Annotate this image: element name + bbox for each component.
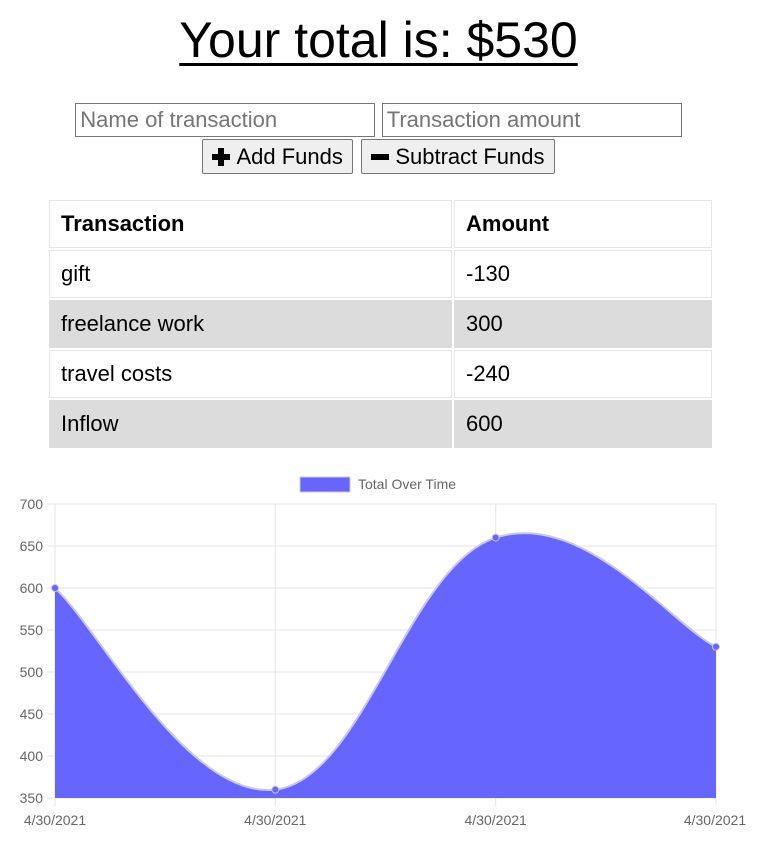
transaction-amount-cell: -130 xyxy=(454,250,712,298)
data-point xyxy=(51,584,59,592)
data-point xyxy=(271,785,280,794)
transaction-form xyxy=(0,103,757,137)
transaction-name-cell: gift xyxy=(49,250,452,298)
transaction-name-cell: Inflow xyxy=(49,400,452,448)
data-point xyxy=(491,533,500,542)
transaction-name-cell: travel costs xyxy=(49,350,452,398)
series-area xyxy=(55,533,716,798)
button-row: Add Funds Subtract Funds xyxy=(0,139,757,174)
y-tick-label: 700 xyxy=(20,496,44,512)
transaction-amount-input[interactable] xyxy=(381,103,682,137)
add-funds-label: Add Funds xyxy=(236,143,343,169)
x-tick-label: 4/30/2021 xyxy=(24,812,86,828)
transaction-amount-cell: 600 xyxy=(454,400,712,448)
y-tick-label: 600 xyxy=(20,580,44,596)
y-tick-label: 400 xyxy=(20,748,44,764)
x-tick-label: 4/30/2021 xyxy=(465,812,527,828)
y-tick-label: 550 xyxy=(20,622,44,638)
x-axis-ticks: 4/30/2021 4/30/2021 4/30/2021 4/30/2021 xyxy=(24,812,746,828)
legend-label: Total Over Time xyxy=(358,476,456,492)
table-row: gift -130 xyxy=(49,250,712,298)
legend-swatch xyxy=(299,476,351,493)
transaction-amount-cell: 300 xyxy=(454,300,712,348)
chart-legend[interactable]: Total Over Time xyxy=(299,476,456,493)
chart-series xyxy=(51,532,720,798)
transaction-name-input[interactable] xyxy=(75,103,376,137)
x-tick-label: 4/30/2021 xyxy=(684,812,746,828)
transaction-amount-cell: -240 xyxy=(454,350,712,398)
y-tick-label: 500 xyxy=(20,664,44,680)
table-row: freelance work 300 xyxy=(49,300,712,348)
subtract-funds-label: Subtract Funds xyxy=(395,143,545,169)
y-tick-label: 350 xyxy=(20,790,44,806)
title-wrap: Your total is: $530 xyxy=(0,10,757,70)
plus-icon xyxy=(212,147,231,166)
table-row: Inflow 600 xyxy=(49,400,712,448)
transaction-name-cell: freelance work xyxy=(49,300,452,348)
add-funds-button[interactable]: Add Funds xyxy=(202,139,353,174)
y-tick-label: 650 xyxy=(20,538,44,554)
total-over-time-chart: Total Over Time 350 400 450 500 550 600 650 700… xyxy=(20,476,747,828)
data-point xyxy=(712,642,720,651)
y-axis-ticks: 350 400 450 500 550 600 650 700 xyxy=(20,496,44,806)
table-header-row: Transaction Amount xyxy=(49,200,712,248)
subtract-funds-button[interactable]: Subtract Funds xyxy=(361,139,555,174)
x-tick-label: 4/30/2021 xyxy=(244,812,306,828)
column-header-transaction: Transaction xyxy=(49,200,452,248)
table-row: travel costs -240 xyxy=(49,350,712,398)
total-heading: Your total is: $530 xyxy=(179,12,578,68)
minus-icon xyxy=(371,148,390,166)
y-tick-label: 450 xyxy=(20,706,44,722)
column-header-amount: Amount xyxy=(454,200,712,248)
transactions-table: Transaction Amount gift -130 freelance w… xyxy=(47,198,714,450)
